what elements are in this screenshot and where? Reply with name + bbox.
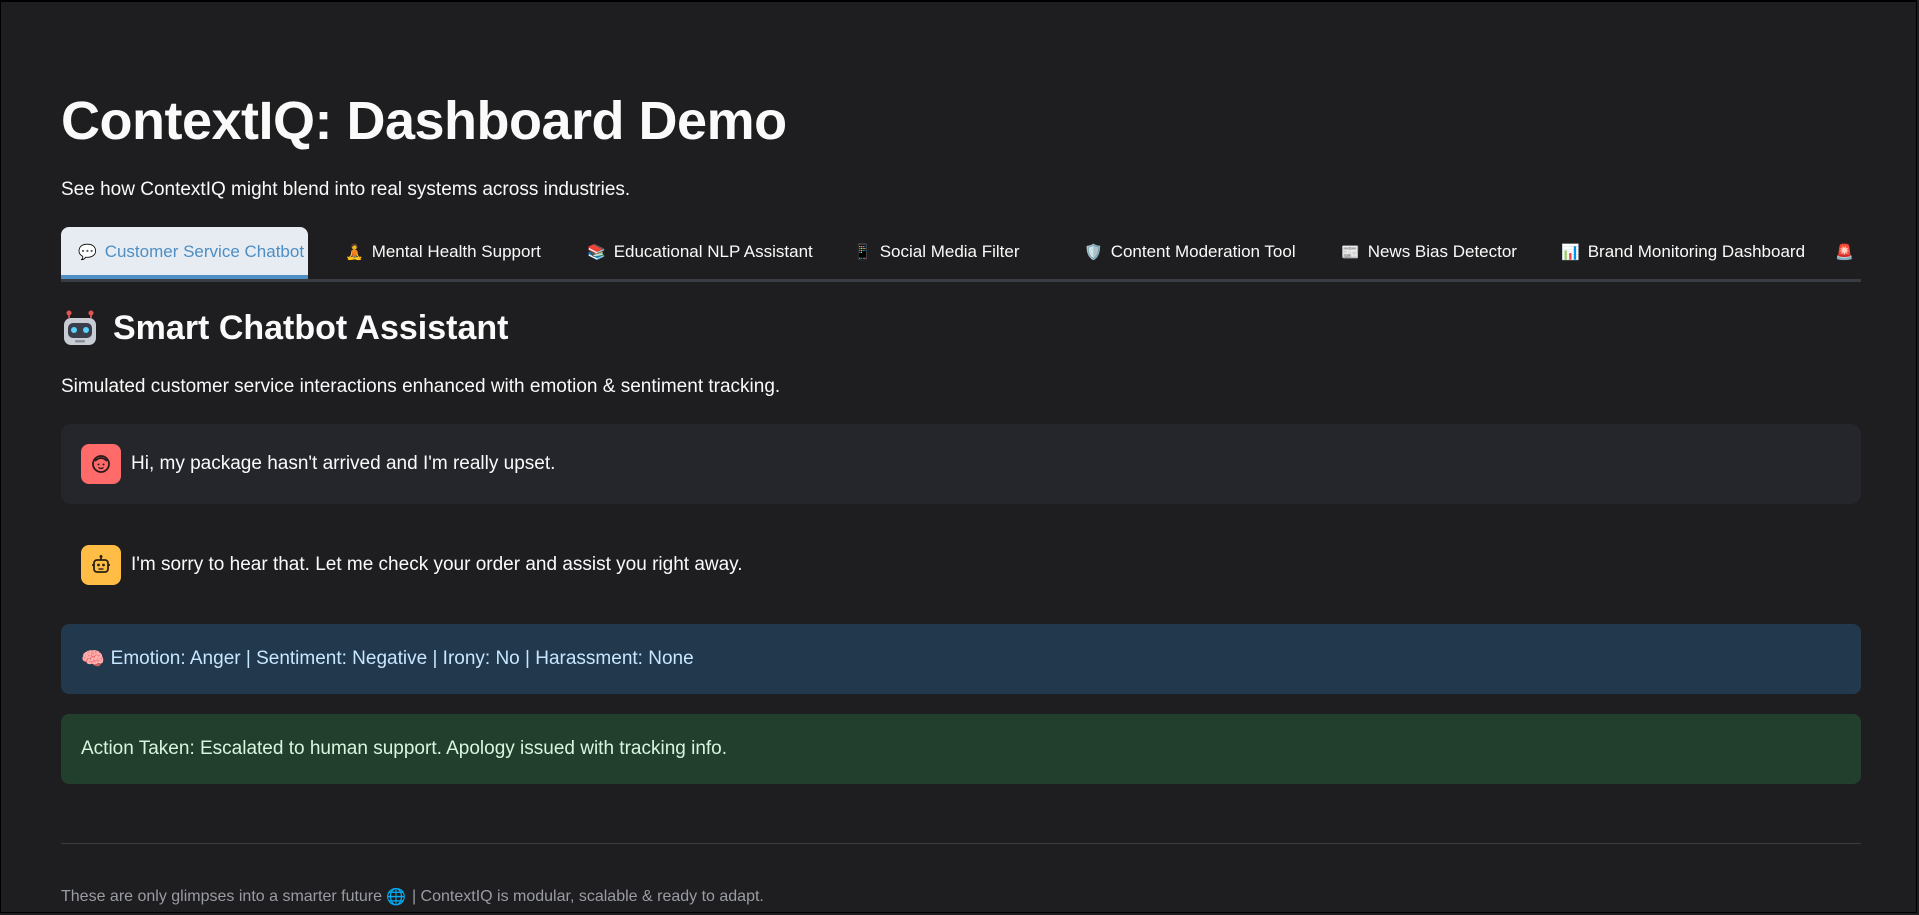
- user-avatar-icon: [81, 444, 121, 484]
- phone-icon: 📱: [853, 243, 872, 261]
- footer-divider: [61, 843, 1861, 844]
- tab-overflow-partial[interactable]: 🚨: [1818, 227, 1861, 276]
- tab-label: Educational NLP Assistant: [613, 241, 813, 261]
- tab-brand-monitoring-dashboard[interactable]: 📊 Brand Monitoring Dashboard: [1544, 227, 1822, 276]
- meditation-icon: 🧘: [345, 243, 364, 261]
- action-text: Action Taken: Escalated to human support…: [81, 738, 728, 759]
- page-subtitle: See how ContextIQ might blend into real …: [61, 179, 631, 200]
- globe-icon: 🌐: [386, 889, 406, 906]
- footer: These are only glimpses into a smarter f…: [61, 887, 764, 907]
- siren-icon: 🚨: [1835, 243, 1854, 261]
- books-icon: 📚: [587, 243, 606, 261]
- newspaper-icon: 📰: [1341, 243, 1360, 261]
- tab-mental-health-support[interactable]: 🧘 Mental Health Support: [328, 227, 558, 276]
- robot-icon: [61, 310, 99, 348]
- section-description: Simulated customer service interactions …: [61, 376, 781, 397]
- tab-customer-service-chatbot[interactable]: 💬 Customer Service Chatbot: [61, 227, 308, 276]
- tab-social-media-filter[interactable]: 📱 Social Media Filter: [836, 227, 1037, 276]
- tab-label: Mental Health Support: [371, 241, 541, 261]
- bot-avatar-icon: [81, 545, 121, 585]
- footer-text-before: These are only glimpses into a smarter f…: [61, 888, 383, 905]
- chat-message-user: Hi, my package hasn't arrived and I'm re…: [61, 424, 1861, 504]
- section-title: Smart Chatbot Assistant: [61, 309, 508, 348]
- page-title: ContextIQ: Dashboard Demo: [61, 91, 787, 151]
- chat-message-assistant: I'm sorry to hear that. Let me check you…: [61, 525, 1861, 605]
- active-tab-indicator: [61, 275, 308, 279]
- tab-label: Content Moderation Tool: [1110, 241, 1296, 261]
- tab-label: Social Media Filter: [879, 241, 1020, 261]
- app-window: ContextIQ: Dashboard Demo See how Contex…: [0, 0, 1917, 913]
- tab-news-bias-detector[interactable]: 📰 News Bias Detector: [1324, 227, 1534, 276]
- analysis-text: Emotion: Anger | Sentiment: Negative | I…: [110, 648, 694, 669]
- assistant-message-text: I'm sorry to hear that. Let me check you…: [131, 554, 743, 575]
- section-title-text: Smart Chatbot Assistant: [113, 309, 509, 347]
- tab-label: Customer Service Chatbot: [104, 241, 305, 261]
- shield-icon: 🛡️: [1084, 243, 1103, 261]
- action-success-box: Action Taken: Escalated to human support…: [61, 714, 1861, 784]
- tab-label: Brand Monitoring Dashboard: [1587, 241, 1806, 261]
- user-message-text: Hi, my package hasn't arrived and I'm re…: [131, 453, 556, 474]
- speech-bubble-icon: 💬: [78, 243, 97, 261]
- brain-icon: 🧠: [81, 649, 105, 670]
- tab-content-moderation-tool[interactable]: 🛡️ Content Moderation Tool: [1067, 227, 1313, 276]
- footer-text-after: | ContextIQ is modular, scalable & ready…: [411, 888, 764, 905]
- analysis-info-box: 🧠 Emotion: Anger | Sentiment: Negative |…: [61, 624, 1861, 694]
- tab-label: News Bias Detector: [1367, 241, 1517, 261]
- tab-educational-nlp-assistant[interactable]: 📚 Educational NLP Assistant: [570, 227, 830, 276]
- tab-bar: 💬 Customer Service Chatbot 🧘 Mental Heal…: [61, 227, 1861, 282]
- bar-chart-icon: 📊: [1561, 243, 1580, 261]
